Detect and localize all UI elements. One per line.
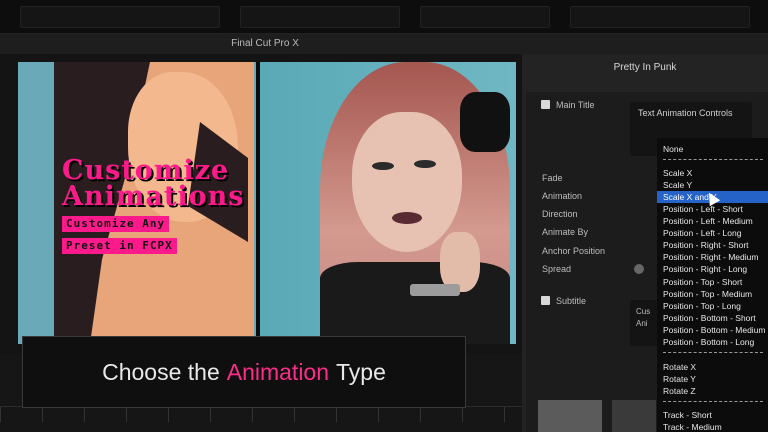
menu-item-position-bottom-medium[interactable]: Position - Bottom - Medium [657, 324, 768, 336]
caption-part2: Type [336, 358, 386, 385]
menu-item-position-top-long[interactable]: Position - Top - Long [657, 300, 768, 312]
menu-separator [663, 401, 763, 402]
menu-item-position-top-medium[interactable]: Position - Top - Medium [657, 288, 768, 300]
toolbar-segment[interactable] [420, 6, 550, 28]
caption-part1: Choose the [102, 358, 220, 385]
toolbar-segment[interactable] [240, 6, 400, 28]
menu-item-rotate-z[interactable]: Rotate Z [657, 385, 768, 397]
tutorial-caption: Choose the Animation Type [22, 336, 466, 408]
anchor-position-label: Anchor Position [542, 246, 606, 256]
direction-label: Direction [542, 209, 578, 219]
menu-item-track-short[interactable]: Track - Short [657, 409, 768, 421]
animate-by-label: Animate By [542, 227, 589, 237]
viewer[interactable]: Customize Animations Customize Any Prese… [0, 54, 522, 354]
subtitle-label: Subtitle [556, 296, 587, 306]
fade-label: Fade [542, 173, 563, 183]
menu-item-rotate-y[interactable]: Rotate Y [657, 373, 768, 385]
menu-separator [663, 352, 763, 353]
main-title-label: Main Title [556, 100, 595, 110]
subtitle-box-line2: Ani [636, 319, 648, 328]
menu-item-scale-x[interactable]: Scale X [657, 167, 768, 179]
video-title-overlay: Customize Animations Customize Any Prese… [62, 157, 252, 254]
thumbnail[interactable] [538, 400, 602, 432]
timeline-ruler[interactable] [0, 406, 522, 422]
text-animation-controls-label: Text Animation Controls [638, 108, 733, 118]
menu-item-rotate-x[interactable]: Rotate X [657, 361, 768, 373]
subtitle-checkbox[interactable] [541, 296, 550, 305]
inspector-title: Pretty In Punk [613, 62, 677, 73]
menu-item-scale-y[interactable]: Scale Y [657, 179, 768, 191]
menu-item-none[interactable]: None [657, 143, 768, 155]
menu-separator [663, 159, 763, 160]
video-frame[interactable]: Customize Animations Customize Any Prese… [18, 62, 516, 344]
animation-label: Animation [542, 191, 583, 201]
menu-item-position-right-short[interactable]: Position - Right - Short [657, 239, 768, 251]
menu-item-position-right-long[interactable]: Position - Right - Long [657, 263, 768, 275]
menu-item-position-top-short[interactable]: Position - Top - Short [657, 276, 768, 288]
caption-highlight: Animation [226, 358, 330, 385]
top-toolbar [0, 0, 768, 34]
thumbnail[interactable] [612, 400, 656, 432]
menu-item-position-left-short[interactable]: Position - Left - Short [657, 203, 768, 215]
toolbar-segment[interactable] [20, 6, 220, 28]
video-tag-line2: Preset in FCPX [62, 238, 177, 254]
menu-item-position-bottom-short[interactable]: Position - Bottom - Short [657, 312, 768, 324]
portrait-panel [260, 62, 516, 344]
subtitle-box-line1: Cus [636, 307, 651, 316]
video-title-line2: Animations [62, 181, 245, 212]
menu-item-position-left-medium[interactable]: Position - Left - Medium [657, 215, 768, 227]
menu-item-position-bottom-long[interactable]: Position - Bottom - Long [657, 336, 768, 348]
app-title: Final Cut Pro X [231, 38, 299, 49]
animation-dropdown-menu[interactable]: None Scale X Scale Y Scale X and Y Posit… [657, 138, 768, 432]
spread-slider-knob[interactable] [634, 264, 644, 274]
window-titlebar: Final Cut Pro X [0, 34, 768, 54]
video-tag-line1: Customize Any [62, 216, 170, 232]
menu-item-track-medium[interactable]: Track - Medium [657, 421, 768, 432]
spread-label: Spread [542, 264, 572, 274]
menu-item-position-left-long[interactable]: Position - Left - Long [657, 227, 768, 239]
toolbar-segment[interactable] [570, 6, 750, 28]
main-title-checkbox[interactable] [541, 100, 550, 109]
menu-item-position-right-medium[interactable]: Position - Right - Medium [657, 251, 768, 263]
